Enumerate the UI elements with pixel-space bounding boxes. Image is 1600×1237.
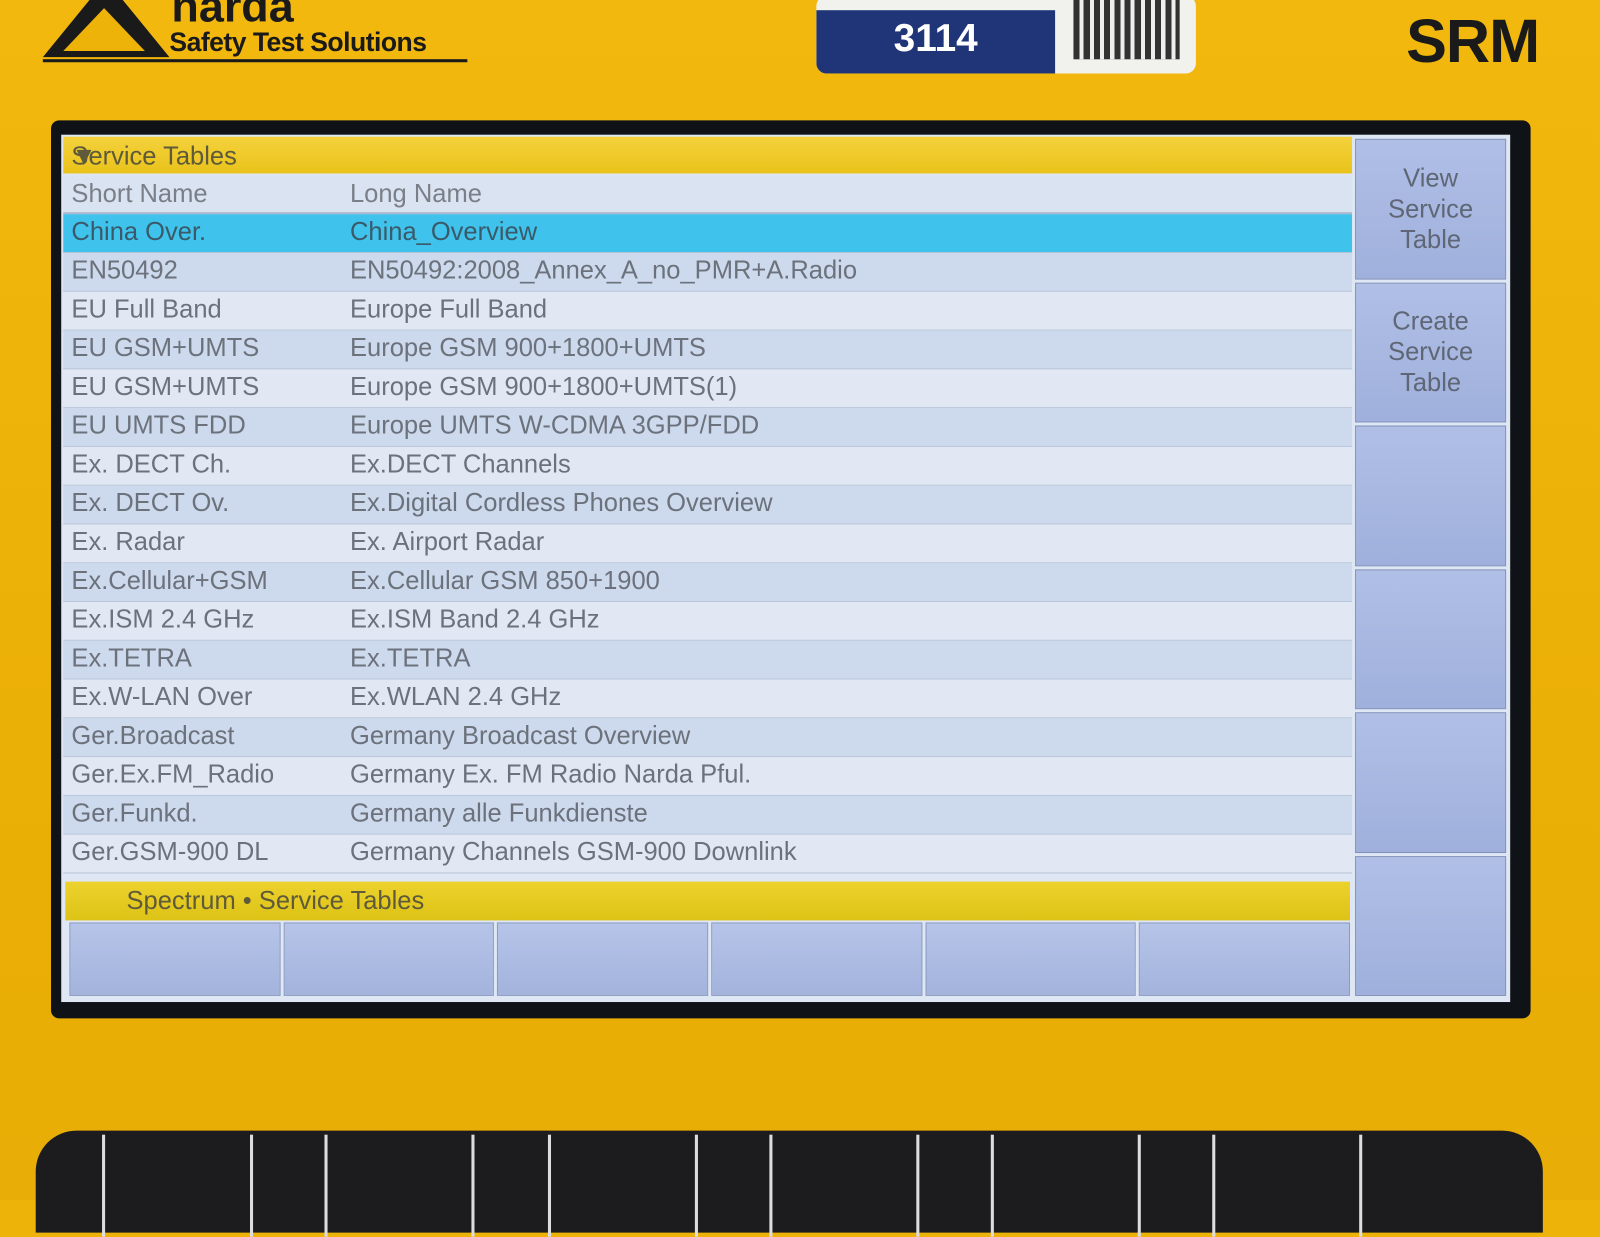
key-divider bbox=[1212, 1134, 1216, 1237]
key-divider bbox=[1137, 1134, 1141, 1237]
logo-underline bbox=[42, 59, 468, 63]
table-row[interactable]: Ger.Funkd. Germany alle Funkdienste bbox=[63, 795, 1353, 835]
key-divider bbox=[1359, 1134, 1363, 1237]
table-row[interactable]: Ex. DECT Ov. Ex.Digital Cordless Phones O… bbox=[63, 485, 1353, 525]
short-name-cell: China Over. bbox=[71, 217, 207, 246]
table-row[interactable]: China Over. China_Overview bbox=[63, 214, 1353, 254]
long-name-cell: Europe UMTS W-CDMA 3GPP/FDD bbox=[349, 411, 760, 440]
table-row[interactable]: EU GSM+UMTS Europe GSM 900+1800+UMTS bbox=[63, 330, 1353, 370]
bottom-softkey-3[interactable] bbox=[497, 922, 709, 996]
long-name-cell: Ex.Digital Cordless Phones Overview bbox=[349, 488, 773, 518]
table-row[interactable]: Ex.Cellular+GSM Ex.Cellular GSM 850+1900 bbox=[63, 563, 1353, 603]
side-softkey-5[interactable] bbox=[1355, 712, 1507, 853]
table-row[interactable]: Ex.TETRA Ex.TETRA bbox=[63, 640, 1353, 680]
table-row[interactable]: Ger.Broadcast Germany Broadcast Overview bbox=[63, 718, 1353, 758]
table-header: Short Name Long Name bbox=[63, 175, 1353, 215]
bottom-softkey-1[interactable] bbox=[69, 922, 281, 996]
key-divider bbox=[694, 1134, 698, 1237]
key-divider bbox=[990, 1134, 994, 1237]
short-name-cell: Ger.GSM-900 DL bbox=[71, 837, 269, 867]
short-name-cell: Ex.TETRA bbox=[71, 643, 192, 673]
short-name-cell: Ger.Ex.FM_Radio bbox=[71, 760, 275, 789]
long-name-cell: EN50492:2008_Annex_A_no_PMR+A.Radio bbox=[349, 256, 858, 285]
column-header-short-name: Short Name bbox=[71, 179, 208, 209]
long-name-cell: Germany alle Funkdienste bbox=[349, 798, 648, 828]
long-name-cell: Ex.DECT Channels bbox=[349, 449, 571, 479]
bottom-softkeys bbox=[69, 922, 1351, 996]
bottom-softkey-2[interactable] bbox=[283, 922, 495, 996]
table-row[interactable]: Ger.Ex.FM_Radio Germany Ex. FM Radio Nard… bbox=[63, 757, 1353, 796]
service-table-list: China Over. China_Overview EN50492 EN50492:… bbox=[63, 214, 1353, 874]
long-name-cell: Germany Broadcast Overview bbox=[349, 721, 691, 750]
side-softkeys: View Service Table Create Service Table bbox=[1355, 138, 1507, 996]
short-name-cell: Ex. DECT Ov. bbox=[71, 488, 230, 518]
bottom-softkey-4[interactable] bbox=[711, 922, 923, 996]
key-divider bbox=[324, 1134, 328, 1237]
key-divider bbox=[547, 1134, 552, 1237]
key-divider bbox=[102, 1134, 106, 1237]
narda-logo-inner bbox=[63, 8, 145, 52]
long-name-cell: Ex.Cellular GSM 850+1900 bbox=[349, 566, 660, 595]
short-name-cell: EU GSM+UMTS bbox=[71, 333, 260, 363]
long-name-cell: Europe GSM 900+1800+UMTS bbox=[349, 333, 706, 363]
table-row[interactable]: Ex. DECT Ch. Ex.DECT Channels bbox=[63, 446, 1353, 486]
table-row[interactable]: Ex.W-LAN Over Ex.WLAN 2.4 GHz bbox=[63, 679, 1353, 719]
column-header-long-name: Long Name bbox=[349, 179, 482, 209]
bottom-softkey-6[interactable] bbox=[1139, 922, 1351, 996]
display-screen: Service Tables ▼ Short Name Long Name Ch… bbox=[61, 134, 1511, 1003]
side-softkey-6[interactable] bbox=[1355, 855, 1507, 996]
short-name-cell: Ex. DECT Ch. bbox=[71, 449, 232, 479]
short-name-cell: Ex.ISM 2.4 GHz bbox=[71, 605, 255, 634]
long-name-cell: Germany Ex. FM Radio Narda Pful. bbox=[349, 760, 752, 789]
short-name-cell: Ger.Funkd. bbox=[71, 798, 198, 828]
short-name-cell: EN50492 bbox=[71, 256, 178, 285]
bottom-softkey-5[interactable] bbox=[925, 922, 1137, 996]
side-softkey-3[interactable] bbox=[1355, 425, 1507, 566]
table-row[interactable]: Ex.ISM 2.4 GHz Ex.ISM Band 2.4 GHz bbox=[63, 602, 1353, 641]
table-row[interactable]: Ger.GSM-900 DL Germany Channels GSM-900 D… bbox=[63, 834, 1353, 874]
brand-tagline: Safety Test Solutions bbox=[169, 26, 427, 58]
status-bar: Spectrum • Service Tables bbox=[65, 881, 1350, 921]
long-name-cell: Ex.TETRA bbox=[349, 643, 471, 673]
short-name-cell: EU GSM+UMTS bbox=[71, 372, 260, 402]
long-name-cell: Europe GSM 900+1800+UMTS(1) bbox=[349, 372, 738, 402]
long-name-cell: Europe Full Band bbox=[349, 294, 548, 324]
title-bar[interactable]: Service Tables ▼ bbox=[63, 136, 1353, 174]
hardware-keypad bbox=[35, 1130, 1543, 1237]
view-service-table-button[interactable]: View Service Table bbox=[1355, 138, 1507, 280]
short-name-cell: Ex.Cellular+GSM bbox=[71, 566, 268, 595]
short-name-cell: EU Full Band bbox=[71, 294, 222, 324]
model-name: SRM bbox=[1406, 7, 1540, 76]
key-divider bbox=[916, 1134, 920, 1237]
table-row[interactable]: Ex. Radar Ex. Airport Radar bbox=[63, 524, 1353, 564]
serial-number: 3114 bbox=[816, 10, 1056, 74]
status-breadcrumb: Spectrum • Service Tables bbox=[126, 886, 425, 916]
table-row[interactable]: EN50492 EN50492:2008_Annex_A_no_PMR+A.Rad… bbox=[63, 253, 1353, 292]
qr-code-icon bbox=[1073, 0, 1180, 60]
key-divider bbox=[769, 1134, 773, 1237]
table-row[interactable]: EU UMTS FDD Europe UMTS W-CDMA 3GPP/FDD bbox=[63, 408, 1353, 447]
key-divider bbox=[249, 1134, 254, 1237]
short-name-cell: Ex.W-LAN Over bbox=[71, 682, 253, 712]
serial-sticker: 3114 bbox=[816, 0, 1196, 74]
table-row[interactable]: EU GSM+UMTS Europe GSM 900+1800+UMTS(1) bbox=[63, 369, 1353, 409]
short-name-cell: Ger.Broadcast bbox=[71, 721, 235, 750]
long-name-cell: Ex. Airport Radar bbox=[349, 527, 545, 557]
table-row[interactable]: EU Full Band Europe Full Band bbox=[63, 291, 1353, 331]
long-name-cell: China_Overview bbox=[349, 217, 538, 246]
long-name-cell: Ex.WLAN 2.4 GHz bbox=[349, 682, 562, 712]
dropdown-triangle-icon[interactable]: ▼ bbox=[71, 142, 1343, 172]
long-name-cell: Germany Channels GSM-900 Downlink bbox=[349, 837, 797, 867]
short-name-cell: EU UMTS FDD bbox=[71, 411, 246, 440]
short-name-cell: Ex. Radar bbox=[71, 527, 185, 557]
create-service-table-button[interactable]: Create Service Table bbox=[1355, 282, 1507, 423]
long-name-cell: Ex.ISM Band 2.4 GHz bbox=[349, 605, 600, 634]
key-divider bbox=[471, 1134, 475, 1237]
side-softkey-4[interactable] bbox=[1355, 568, 1507, 710]
